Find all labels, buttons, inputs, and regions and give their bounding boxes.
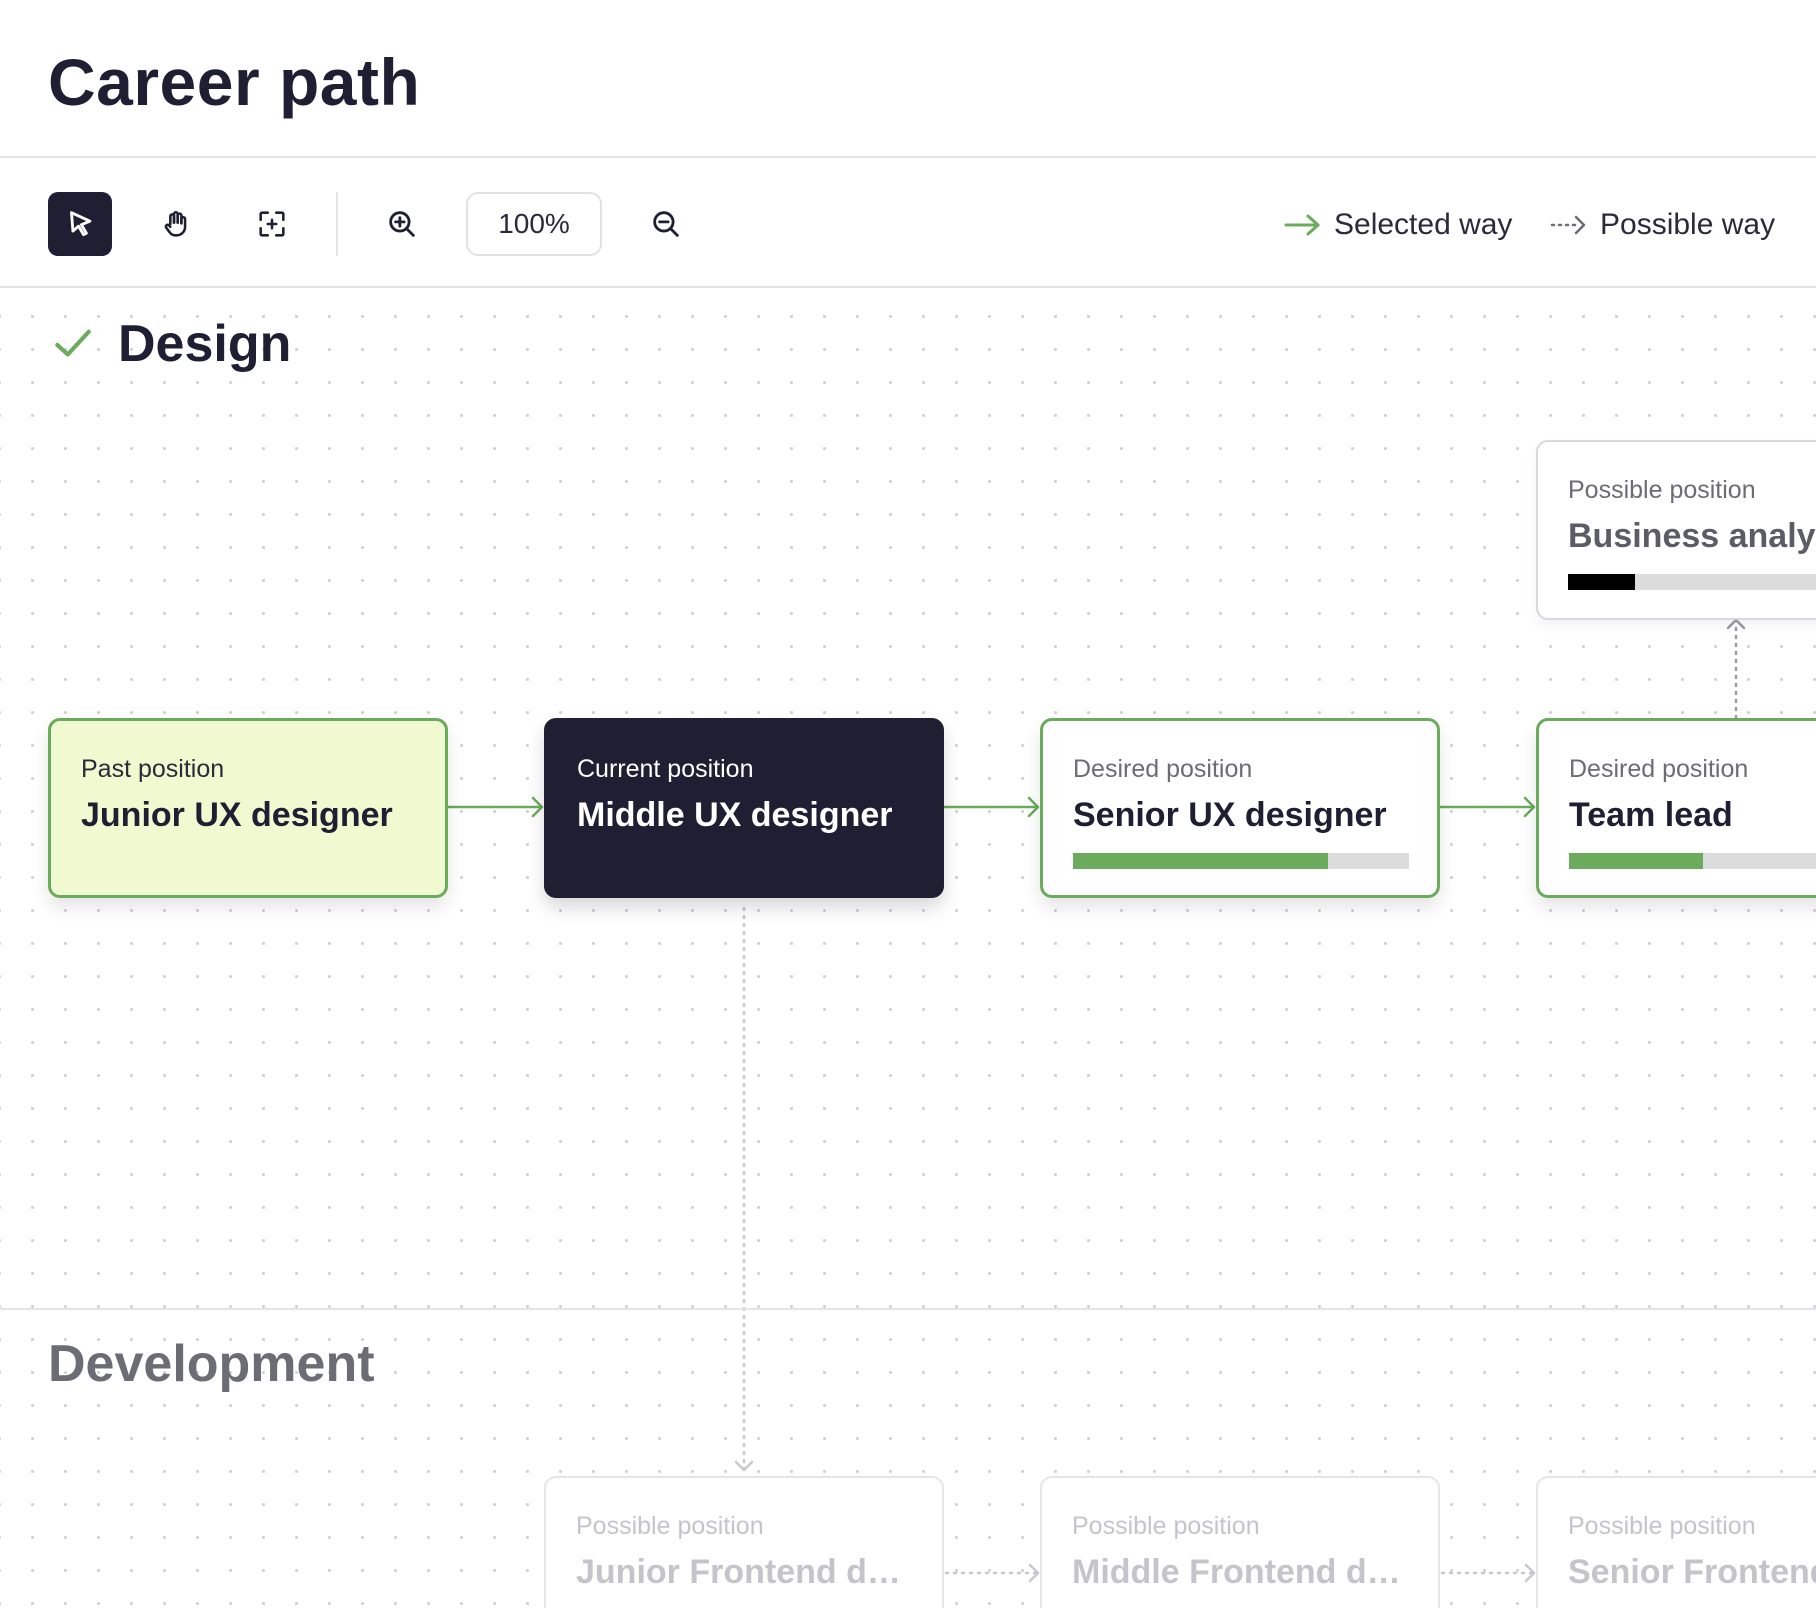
card-junior-frontend[interactable]: Possible position Junior Frontend dev... <box>544 1476 944 1608</box>
card-title: Team lead <box>1569 796 1733 834</box>
select-tool-button[interactable] <box>48 192 112 256</box>
section-development-title: Development <box>48 1335 375 1393</box>
card-senior-ux-designer[interactable]: Desired position Senior UX designer <box>1040 718 1440 898</box>
legend-possible-way: Possible way <box>1550 208 1775 242</box>
solid-arrow-icon <box>1284 214 1320 236</box>
card-subtitle: Possible position <box>1568 476 1756 504</box>
dotted-arrow-icon <box>1550 215 1586 235</box>
arrow-senior-to-teamlead <box>1437 796 1536 818</box>
toolbar-divider <box>336 192 338 256</box>
section-divider <box>0 1308 1816 1310</box>
card-current-position[interactable]: Current position Middle UX designer <box>544 718 944 898</box>
card-subtitle: Past position <box>81 755 225 783</box>
page-header: Career path <box>0 0 1816 158</box>
zoom-out-button[interactable] <box>634 192 698 256</box>
card-subtitle: Desired position <box>1073 755 1253 783</box>
legend-selected-way: Selected way <box>1284 208 1512 242</box>
card-subtitle: Possible position <box>1072 1512 1260 1540</box>
card-subtitle: Desired position <box>1569 755 1749 783</box>
arrow-current-to-senior <box>941 796 1040 818</box>
legend-possible-label: Possible way <box>1600 208 1776 241</box>
zoom-out-icon <box>653 211 679 237</box>
zoom-in-button[interactable] <box>370 192 434 256</box>
cursor-icon <box>70 211 92 237</box>
progress-fill <box>1568 574 1636 590</box>
card-title: Middle Frontend de... <box>1072 1553 1408 1591</box>
progress-bar <box>1568 574 1816 590</box>
card-senior-frontend[interactable]: Possible position Senior Frontend <box>1536 1476 1816 1608</box>
card-title: Junior UX designer <box>81 796 393 834</box>
page-title: Career path <box>48 45 421 119</box>
card-title: Junior Frontend dev... <box>576 1553 912 1591</box>
card-past-position[interactable]: Past position Junior UX designer <box>48 718 448 898</box>
card-subtitle: Current position <box>577 755 754 783</box>
card-title: Senior Frontend <box>1568 1553 1816 1591</box>
card-business-analyst[interactable]: Possible position Business analyst <box>1536 440 1816 620</box>
card-title: Senior UX designer <box>1073 796 1387 834</box>
fit-screen-button[interactable] <box>240 192 304 256</box>
section-design-title: Design <box>118 315 292 373</box>
fit-screen-icon <box>259 211 285 237</box>
card-title: Business analyst <box>1568 517 1816 555</box>
progress-fill <box>1569 853 1704 869</box>
card-team-lead[interactable]: Desired position Team lead <box>1536 718 1816 898</box>
check-icon <box>55 329 91 357</box>
section-design-header[interactable]: Design <box>52 314 291 374</box>
card-title: Middle UX designer <box>577 796 893 834</box>
progress-fill <box>1073 853 1329 869</box>
card-subtitle: Possible position <box>1568 1512 1756 1540</box>
zoom-level[interactable]: 100% <box>466 192 602 256</box>
toolbar: 100% Selected way Possible way <box>0 158 1816 288</box>
career-canvas[interactable]: Design Possible position Business analys… <box>0 288 1816 1608</box>
hand-icon <box>164 211 187 237</box>
card-subtitle: Possible position <box>576 1512 764 1540</box>
progress-bar <box>1073 853 1409 869</box>
section-development-header[interactable]: Development <box>48 1334 375 1394</box>
arrow-past-to-current <box>445 796 544 818</box>
progress-bar <box>1569 853 1816 869</box>
legend-selected-label: Selected way <box>1334 208 1513 241</box>
pan-tool-button[interactable] <box>144 192 208 256</box>
card-middle-frontend[interactable]: Possible position Middle Frontend de... <box>1040 1476 1440 1608</box>
zoom-in-icon <box>389 211 415 237</box>
